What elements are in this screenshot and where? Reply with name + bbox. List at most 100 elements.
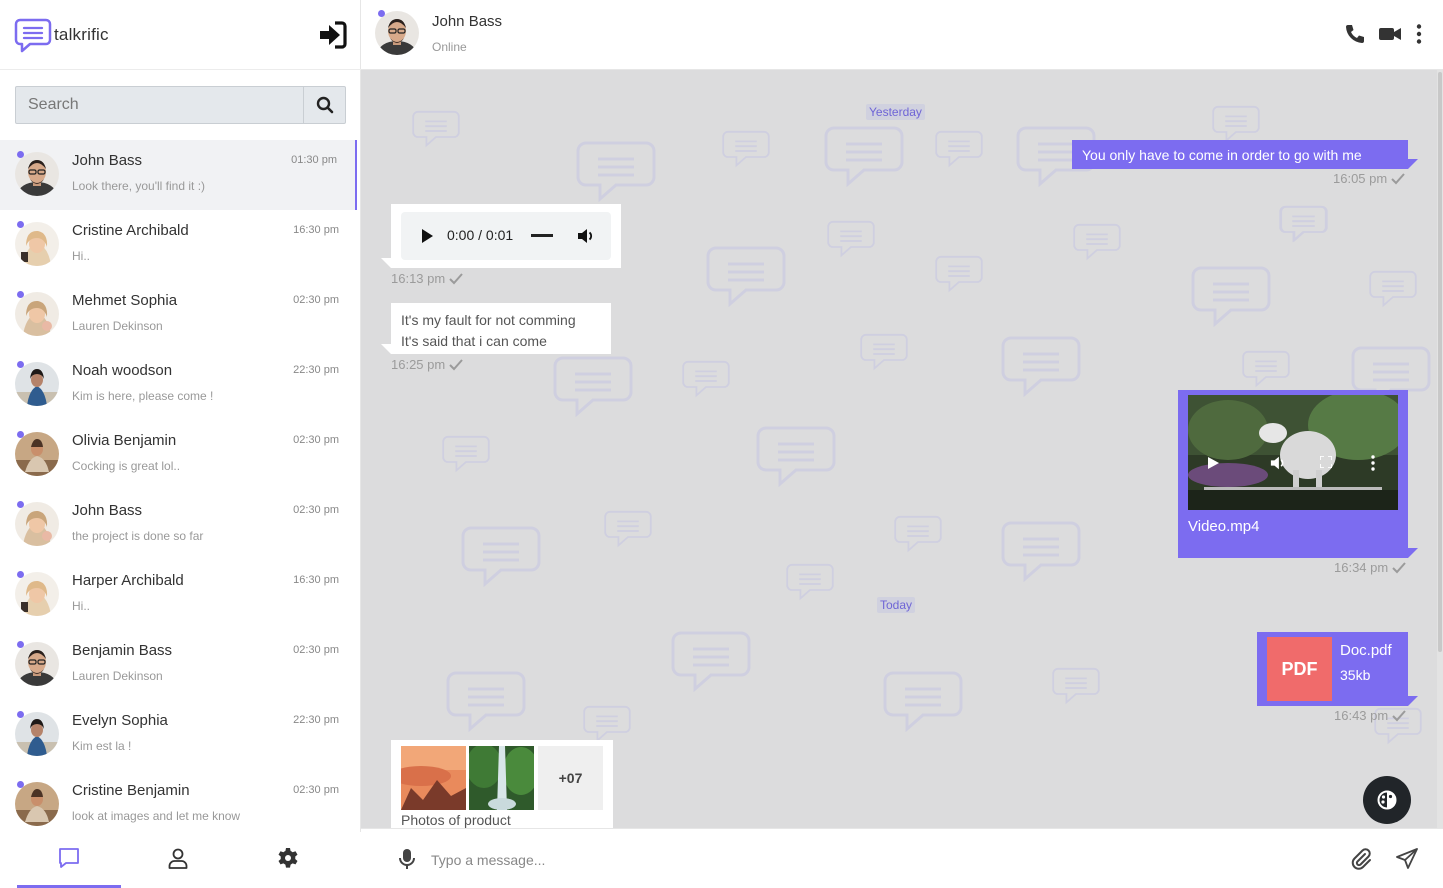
audio-time: 0:00 / 0:01 [447, 227, 514, 243]
contact-time: 02:30 pm [293, 294, 339, 306]
message-incoming-audio: 0:00 / 0:01 [391, 204, 621, 268]
contact-item[interactable]: Cristine Archibald Hi.. 16:30 pm [0, 210, 357, 280]
avatar [15, 502, 59, 546]
volume-icon[interactable] [577, 227, 595, 245]
play-icon[interactable] [1208, 457, 1219, 469]
contact-preview: Kim est la ! [72, 739, 132, 753]
check-icon [449, 272, 463, 284]
message-text-line: It's my fault for not comming [401, 312, 576, 328]
contact-name: Evelyn Sophia [72, 712, 168, 729]
contact-time: 22:30 pm [293, 714, 339, 726]
scrollbar-thumb[interactable] [1438, 72, 1442, 652]
more-photos-count[interactable]: +07 [538, 746, 603, 810]
online-indicator [378, 10, 385, 17]
contact-preview: Look there, you'll find it :) [72, 179, 206, 193]
contact-name: Cristine Benjamin [72, 782, 190, 799]
contact-time: 02:30 pm [293, 644, 339, 656]
contact-preview: Hi.. [72, 599, 90, 613]
contact-name: Olivia Benjamin [72, 432, 177, 449]
message-meta: 16:34 pm [1334, 560, 1406, 575]
message-text-line: It's said that i can come [401, 333, 547, 349]
contact-preview: the project is done so far [72, 529, 204, 543]
contact-time: 01:30 pm [291, 154, 337, 166]
contact-name: John Bass [72, 152, 143, 169]
message-time: 16:34 pm [1334, 560, 1389, 575]
avatar [15, 152, 59, 196]
volume-icon[interactable] [1270, 455, 1286, 471]
contact-item[interactable]: Harper Archibald Hi.. 16:30 pm [0, 560, 357, 630]
contact-name: Harper Archibald [72, 572, 184, 589]
day-label-today: Today [877, 597, 916, 613]
contact-preview: Kim is here, please come ! [72, 389, 214, 403]
brand[interactable]: talkrific [14, 16, 109, 54]
logout-icon[interactable] [316, 21, 348, 49]
search-input[interactable] [16, 87, 303, 123]
contact-time: 16:30 pm [293, 224, 339, 236]
search-box [15, 86, 346, 124]
chat-contact-status: Online [432, 40, 467, 54]
chat-header: John Bass Online [361, 0, 1443, 70]
contact-item[interactable]: Evelyn Sophia Kim est la ! 22:30 pm [0, 700, 357, 770]
online-indicator [17, 711, 24, 718]
send-icon[interactable] [1396, 848, 1418, 870]
avatar [15, 782, 59, 826]
contact-item[interactable]: Noah woodson Kim is here, please come ! … [0, 350, 357, 420]
photo-thumbnail[interactable] [469, 746, 534, 810]
online-indicator [17, 291, 24, 298]
avatar [15, 292, 59, 336]
audio-progress[interactable] [531, 234, 553, 237]
contact-item[interactable]: Olivia Benjamin Cocking is great lol.. 0… [0, 420, 357, 490]
contact-preview: Cocking is great lol.. [72, 459, 181, 473]
contact-item[interactable]: Mehmet Sophia Lauren Dekinson 02:30 pm [0, 280, 357, 350]
message-incoming: It's my fault for not comming It's said … [391, 303, 611, 354]
contact-preview: look at images and let me know [72, 809, 241, 823]
chat-bubble-icon [14, 18, 52, 53]
gear-icon[interactable] [276, 846, 300, 870]
avatar [15, 222, 59, 266]
photo-thumbnail[interactable] [401, 746, 466, 810]
bubble-tail [1408, 159, 1418, 169]
contact-time: 02:30 pm [293, 434, 339, 446]
online-indicator [17, 151, 24, 158]
more-vertical-icon[interactable] [1370, 455, 1376, 471]
contact-item[interactable]: John Bass Look there, you'll find it :) … [0, 140, 357, 210]
paperclip-icon[interactable] [1350, 848, 1372, 870]
contact-item[interactable]: Cristine Benjamin look at images and let… [0, 770, 357, 840]
message-outgoing-file[interactable]: PDF Doc.pdf 35kb [1257, 632, 1408, 706]
user-icon[interactable] [166, 846, 190, 870]
pdf-icon: PDF [1267, 637, 1332, 701]
contact-name: Benjamin Bass [72, 642, 173, 659]
avatar[interactable] [375, 11, 419, 55]
fullscreen-icon[interactable] [1320, 456, 1332, 468]
video-player[interactable] [1188, 395, 1398, 510]
phone-icon[interactable] [1343, 22, 1367, 46]
message-meta: 16:25 pm [391, 357, 463, 372]
message-text: You only have to come in order to go wit… [1082, 146, 1362, 163]
check-icon [449, 358, 463, 370]
scrollbar[interactable] [1437, 70, 1443, 828]
contact-name: Cristine Archibald [72, 222, 189, 239]
theme-icon [1377, 790, 1397, 810]
video-camera-icon[interactable] [1378, 22, 1402, 46]
search-icon [316, 96, 333, 114]
search-button[interactable] [303, 87, 345, 123]
message-meta: 16:13 pm [391, 271, 463, 286]
theme-toggle-button[interactable] [1363, 776, 1411, 824]
microphone-icon[interactable] [396, 848, 418, 870]
message-composer [361, 828, 1443, 888]
contact-item[interactable]: Benjamin Bass Lauren Dekinson 02:30 pm [0, 630, 357, 700]
message-time: 16:25 pm [391, 357, 446, 372]
play-icon[interactable] [421, 229, 433, 243]
chats-tab-icon[interactable] [57, 846, 81, 870]
bubble-tail [1408, 696, 1418, 706]
contact-name: Noah woodson [72, 362, 173, 379]
check-icon [1392, 561, 1406, 573]
contact-item[interactable]: John Bass the project is done so far 02:… [0, 490, 357, 560]
online-indicator [17, 221, 24, 228]
more-vertical-icon[interactable] [1407, 22, 1431, 46]
message-input[interactable] [431, 847, 1331, 873]
contact-time: 02:30 pm [293, 504, 339, 516]
contact-time: 16:30 pm [293, 574, 339, 586]
contact-preview: Lauren Dekinson [72, 319, 163, 333]
sidebar: talkrific John Bass Look there, you'll f… [0, 0, 361, 888]
